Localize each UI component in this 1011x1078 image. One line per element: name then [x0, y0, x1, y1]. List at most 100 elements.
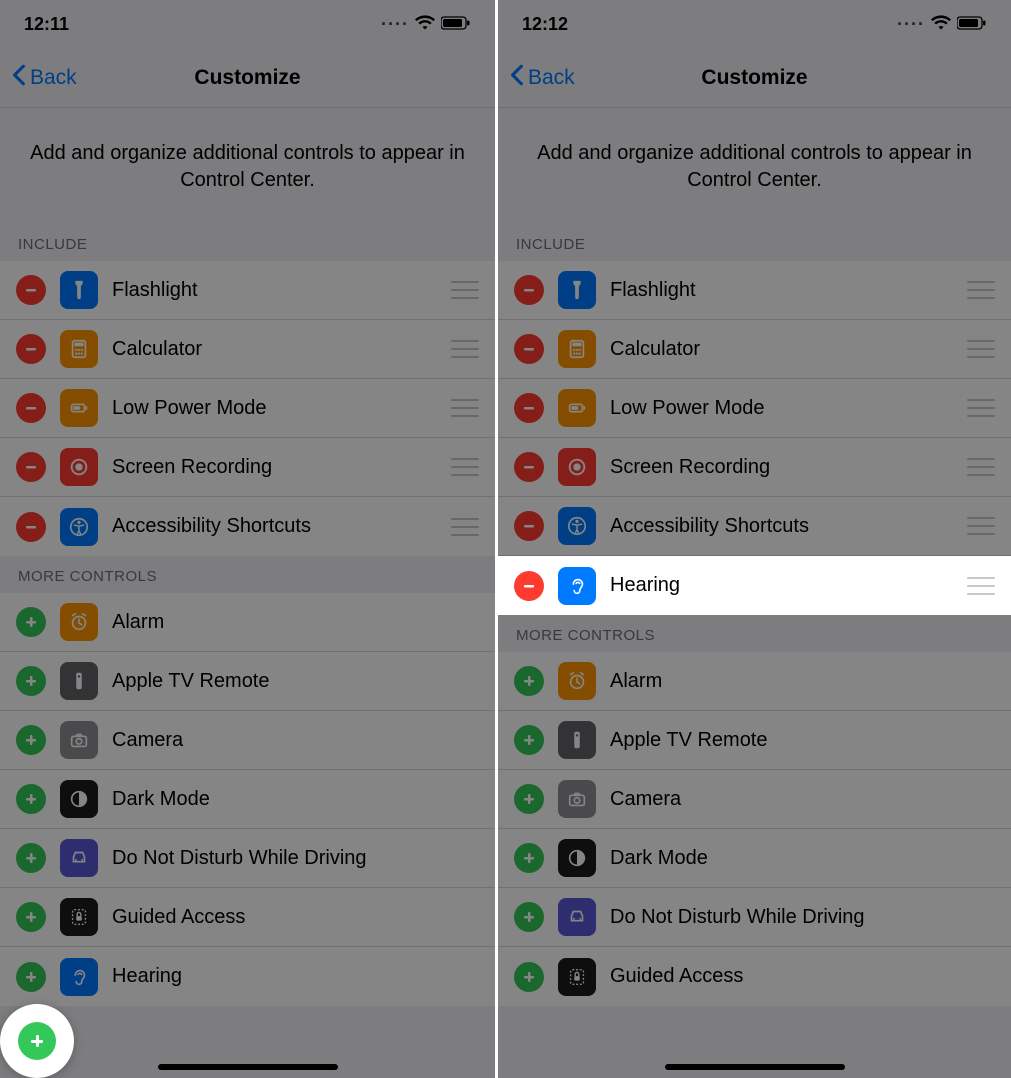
screenshot-right: 12:12 ···· Back Customize Add and organi…: [498, 0, 1011, 1078]
screenshot-left: 12:11 ···· Back Customize Add and organi…: [0, 0, 498, 1078]
row-low-power-mode: Low Power Mode: [498, 379, 1011, 438]
row-label: Do Not Disturb While Driving: [610, 906, 995, 929]
add-button[interactable]: [16, 784, 46, 814]
remove-button[interactable]: [514, 275, 544, 305]
more-controls-header: MORE CONTROLS: [498, 615, 1011, 652]
guided-access-icon: [558, 958, 596, 996]
remove-button[interactable]: [16, 393, 46, 423]
remove-button[interactable]: [514, 334, 544, 364]
row-label: Do Not Disturb While Driving: [112, 847, 479, 870]
row-calculator: Calculator: [498, 320, 1011, 379]
remove-button[interactable]: [16, 452, 46, 482]
row-screen-recording: Screen Recording: [0, 438, 495, 497]
row-alarm: Alarm: [0, 593, 495, 652]
intro-text: Add and organize additional controls to …: [0, 108, 495, 224]
row-label: Guided Access: [112, 906, 479, 929]
drag-handle-icon[interactable]: [451, 399, 479, 417]
home-indicator: [158, 1064, 338, 1070]
remove-button[interactable]: [514, 511, 544, 541]
add-button[interactable]: [514, 784, 544, 814]
drag-handle-icon[interactable]: [451, 458, 479, 476]
row-calculator: Calculator: [0, 320, 495, 379]
add-button[interactable]: [16, 666, 46, 696]
row-alarm: Alarm: [498, 652, 1011, 711]
row-guided-access: Guided Access: [498, 947, 1011, 1006]
chevron-left-icon: [510, 64, 524, 92]
row-label: Accessibility Shortcuts: [112, 515, 437, 538]
back-button[interactable]: Back: [510, 64, 575, 92]
accessibility-icon: [60, 508, 98, 546]
row-label: Camera: [610, 788, 995, 811]
row-guided-access: Guided Access: [0, 888, 495, 947]
row-dnd-driving: Do Not Disturb While Driving: [0, 829, 495, 888]
row-label: Dark Mode: [112, 788, 479, 811]
add-button[interactable]: [514, 962, 544, 992]
row-label: Calculator: [112, 338, 437, 361]
row-label: Camera: [112, 729, 479, 752]
row-label: Screen Recording: [112, 456, 437, 479]
cellular-dots-icon: ····: [381, 14, 409, 35]
back-label: Back: [528, 66, 575, 90]
remove-button[interactable]: [514, 452, 544, 482]
remove-button[interactable]: [514, 571, 544, 601]
drag-handle-icon[interactable]: [967, 281, 995, 299]
row-apple-tv-remote: Apple TV Remote: [0, 652, 495, 711]
cellular-dots-icon: ····: [897, 14, 925, 35]
add-button[interactable]: [514, 666, 544, 696]
include-header: INCLUDE: [0, 224, 495, 261]
drag-handle-icon[interactable]: [967, 577, 995, 595]
more-controls-list: Alarm Apple TV Remote Camera Dark Mode D…: [0, 593, 495, 1006]
add-button[interactable]: [514, 843, 544, 873]
remove-button[interactable]: [16, 512, 46, 542]
drag-handle-icon[interactable]: [451, 281, 479, 299]
battery-icon: [957, 14, 987, 35]
row-screen-recording: Screen Recording: [498, 438, 1011, 497]
add-button[interactable]: [16, 962, 46, 992]
alarm-icon: [558, 662, 596, 700]
add-button-highlighted[interactable]: [18, 1022, 56, 1060]
add-button[interactable]: [16, 725, 46, 755]
row-low-power-mode: Low Power Mode: [0, 379, 495, 438]
add-button[interactable]: [16, 607, 46, 637]
drag-handle-icon[interactable]: [451, 340, 479, 358]
add-button[interactable]: [514, 725, 544, 755]
nav-bar: Back Customize: [0, 48, 495, 108]
remove-button[interactable]: [16, 275, 46, 305]
row-label: Screen Recording: [610, 456, 953, 479]
row-label: Alarm: [610, 670, 995, 693]
row-flashlight: Flashlight: [0, 261, 495, 320]
flashlight-icon: [60, 271, 98, 309]
include-list: Flashlight Calculator Low Power Mode Scr…: [498, 261, 1011, 615]
drag-handle-icon[interactable]: [967, 517, 995, 535]
dark-mode-icon: [60, 780, 98, 818]
drag-handle-icon[interactable]: [451, 518, 479, 536]
row-accessibility-shortcuts: Accessibility Shortcuts: [498, 497, 1011, 556]
row-dnd-driving: Do Not Disturb While Driving: [498, 888, 1011, 947]
back-label: Back: [30, 66, 77, 90]
drag-handle-icon[interactable]: [967, 458, 995, 476]
screen-recording-icon: [60, 448, 98, 486]
status-icons: ····: [897, 14, 987, 35]
add-button[interactable]: [514, 902, 544, 932]
callout-highlight: [0, 1004, 74, 1078]
back-button[interactable]: Back: [12, 64, 77, 92]
row-accessibility-shortcuts: Accessibility Shortcuts: [0, 497, 495, 556]
add-button[interactable]: [16, 902, 46, 932]
drag-handle-icon[interactable]: [967, 399, 995, 417]
row-camera: Camera: [498, 770, 1011, 829]
row-label: Low Power Mode: [112, 397, 437, 420]
accessibility-icon: [558, 507, 596, 545]
row-label: Guided Access: [610, 965, 995, 988]
status-time: 12:12: [522, 14, 568, 35]
drag-handle-icon[interactable]: [967, 340, 995, 358]
guided-access-icon: [60, 898, 98, 936]
add-button[interactable]: [16, 843, 46, 873]
remove-button[interactable]: [16, 334, 46, 364]
remove-button[interactable]: [514, 393, 544, 423]
wifi-icon: [931, 14, 951, 35]
nav-bar: Back Customize: [498, 48, 1011, 108]
row-label: Accessibility Shortcuts: [610, 515, 953, 538]
home-indicator: [665, 1064, 845, 1070]
car-icon: [60, 839, 98, 877]
car-icon: [558, 898, 596, 936]
